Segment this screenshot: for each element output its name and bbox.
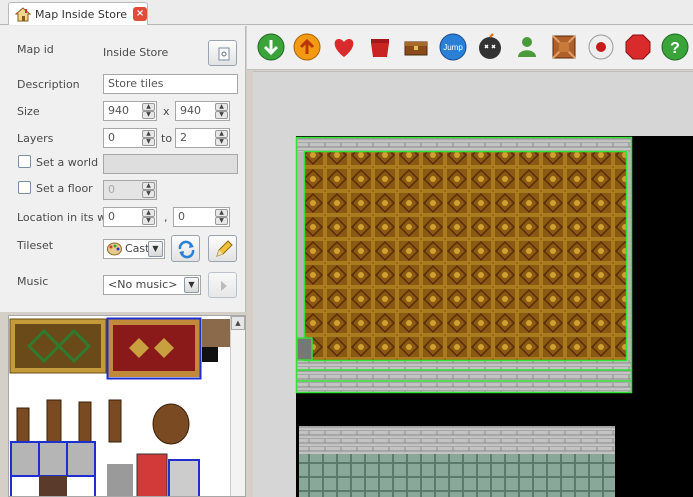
- scroll-up-icon[interactable]: ▲: [231, 316, 245, 330]
- map-id-value: Inside Store: [103, 46, 169, 59]
- palette-icon: [107, 242, 122, 256]
- pencil-icon: [216, 240, 233, 257]
- layers-to-label: to: [161, 132, 173, 145]
- refresh-icon: [178, 240, 195, 259]
- world-field: [103, 154, 238, 174]
- chest-icon[interactable]: [402, 33, 430, 61]
- tab-title: Map Inside Store: [34, 7, 128, 21]
- jump-icon[interactable]: Jump: [439, 33, 467, 61]
- map-toolbar: Jump ?: [247, 26, 693, 70]
- spin-up-icon[interactable]: ▲: [142, 130, 155, 138]
- lower-room-wall: [299, 426, 615, 454]
- file-icon: [218, 47, 230, 61]
- play-icon: [221, 281, 227, 291]
- tileset-scrollbar[interactable]: ▲: [230, 316, 245, 496]
- door-tile: [296, 337, 313, 361]
- layers-label: Layers: [17, 132, 54, 145]
- chevron-down-icon[interactable]: ▼: [184, 277, 199, 293]
- set-world-checkbox[interactable]: [18, 155, 31, 168]
- description-label: Description: [17, 78, 80, 91]
- music-select[interactable]: <No music> ▼: [103, 275, 201, 295]
- music-value: <No music>: [108, 278, 178, 291]
- map-canvas[interactable]: [253, 71, 693, 497]
- person-icon[interactable]: [513, 33, 541, 61]
- spin-up-icon[interactable]: ▲: [142, 209, 155, 217]
- floor-spinner: 0 ▲ ▼: [103, 180, 157, 200]
- tileset-pane[interactable]: ▲: [8, 315, 246, 497]
- set-world-label: Set a world: [36, 156, 99, 169]
- size-height-value: 940: [180, 104, 201, 117]
- record-icon[interactable]: [587, 33, 615, 61]
- spin-down-icon[interactable]: ▼: [142, 217, 155, 225]
- chevron-down-icon[interactable]: ▼: [148, 241, 163, 257]
- spin-down-icon[interactable]: ▼: [215, 217, 228, 225]
- floor-value: 0: [108, 183, 115, 196]
- size-height-spinner[interactable]: 940 ▲ ▼: [175, 101, 230, 121]
- layers-from-spinner[interactable]: 0 ▲ ▼: [103, 128, 157, 148]
- jump-label: Jump: [443, 43, 463, 52]
- spin-up-icon[interactable]: ▲: [215, 130, 228, 138]
- carpet-floor: [305, 152, 627, 360]
- spin-down-icon[interactable]: ▼: [215, 111, 228, 119]
- refresh-tileset-button[interactable]: [171, 235, 200, 262]
- home-icon: [15, 7, 31, 22]
- spin-up-icon[interactable]: ▲: [142, 103, 155, 111]
- map-id-label: Map id: [17, 43, 54, 56]
- top-wall: [297, 138, 631, 152]
- layers-from-value: 0: [108, 131, 115, 144]
- music-label: Music: [17, 275, 49, 288]
- play-music-button[interactable]: [208, 272, 237, 298]
- down-arrow-icon[interactable]: [257, 33, 285, 61]
- block-icon[interactable]: [550, 33, 578, 61]
- spin-up-icon[interactable]: ▲: [215, 209, 228, 217]
- location-y-spinner[interactable]: 0 ▲ ▼: [173, 207, 230, 227]
- up-arrow-icon[interactable]: [293, 33, 321, 61]
- spin-down-icon: ▼: [142, 190, 155, 198]
- location-separator: ,: [164, 211, 168, 224]
- right-wall: [627, 152, 631, 360]
- help-label: ?: [670, 40, 680, 57]
- tileset-select[interactable]: Cast ▼: [103, 239, 165, 259]
- size-separator: x: [163, 105, 170, 118]
- spin-up-icon: ▲: [142, 182, 155, 190]
- tab-map-inside-store[interactable]: Map Inside Store ×: [8, 2, 148, 25]
- spin-up-icon[interactable]: ▲: [215, 103, 228, 111]
- size-width-value: 940: [108, 104, 129, 117]
- layers-to-value: 2: [180, 131, 187, 144]
- layers-to-spinner[interactable]: 2 ▲ ▼: [175, 128, 230, 148]
- tab-strip: Map Inside Store ×: [0, 0, 693, 26]
- set-floor-label: Set a floor: [36, 182, 93, 195]
- close-icon[interactable]: ×: [133, 7, 147, 21]
- map-view[interactable]: [253, 71, 693, 497]
- map-properties-panel: Map id Inside Store Description Store ti…: [0, 26, 246, 312]
- bomb-icon[interactable]: [476, 33, 504, 61]
- location-x-value: 0: [108, 210, 115, 223]
- tileset-label: Tileset: [17, 239, 54, 252]
- description-field[interactable]: Store tiles: [103, 74, 238, 94]
- pot-icon[interactable]: [366, 33, 394, 61]
- canvas-border: [253, 71, 693, 72]
- size-width-spinner[interactable]: 940 ▲ ▼: [103, 101, 157, 121]
- set-floor-checkbox[interactable]: [18, 181, 31, 194]
- spin-down-icon[interactable]: ▼: [215, 138, 228, 146]
- bottom-wall: [297, 360, 631, 392]
- stop-icon[interactable]: [624, 33, 652, 61]
- tileset-value: Cast: [125, 242, 150, 255]
- location-x-spinner[interactable]: 0 ▲ ▼: [103, 207, 157, 227]
- location-label: Location in its w: [17, 211, 107, 224]
- edit-tileset-button[interactable]: [208, 235, 237, 262]
- spin-down-icon[interactable]: ▼: [142, 111, 155, 119]
- open-map-button[interactable]: [208, 40, 237, 66]
- tileset-image[interactable]: [9, 316, 231, 497]
- spin-down-icon[interactable]: ▼: [142, 138, 155, 146]
- help-icon[interactable]: ?: [661, 33, 689, 61]
- size-label: Size: [17, 105, 40, 118]
- heart-icon[interactable]: [330, 33, 358, 61]
- location-y-value: 0: [178, 210, 185, 223]
